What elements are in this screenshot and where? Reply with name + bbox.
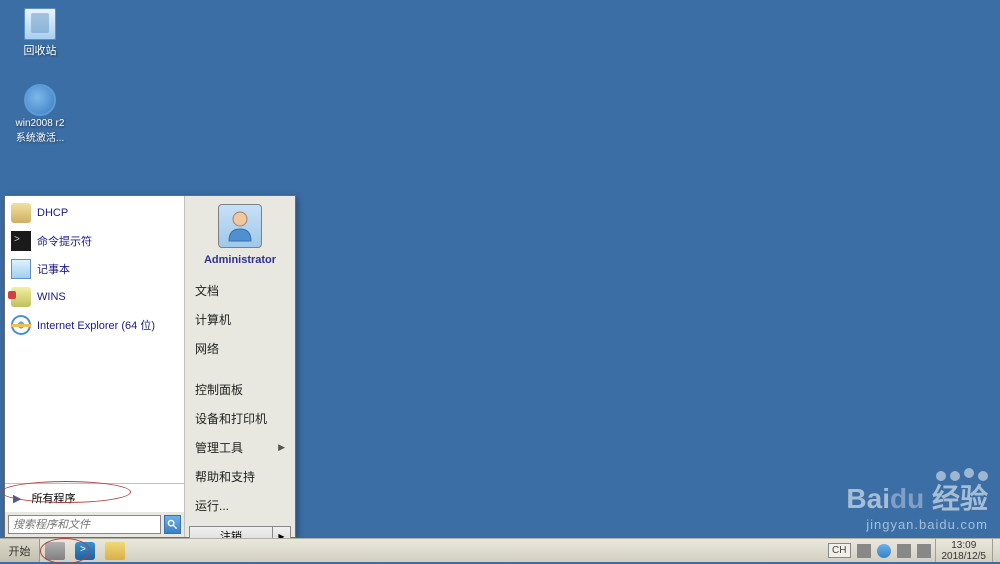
system-tray: CH bbox=[824, 539, 934, 562]
ie-icon bbox=[9, 313, 33, 337]
user-avatar[interactable] bbox=[218, 204, 262, 248]
recycle-bin-label: 回收站 bbox=[10, 42, 70, 58]
search-icon bbox=[167, 519, 178, 530]
right-item-admin-tools[interactable]: 管理工具▶ bbox=[185, 433, 295, 462]
powershell-icon bbox=[75, 542, 95, 560]
desktop-icon-activation[interactable]: win2008 r2 系统激活... bbox=[10, 84, 70, 144]
start-menu-left-panel: DHCP 命令提示符 记事本 WINS Internet Explorer (6… bbox=[5, 196, 185, 537]
program-label: WINS bbox=[37, 291, 66, 303]
right-item-run[interactable]: 运行... bbox=[185, 491, 295, 520]
notepad-icon bbox=[11, 259, 31, 279]
arrow-right-icon: ▶ bbox=[13, 492, 21, 505]
program-item-wins[interactable]: WINS bbox=[5, 283, 184, 311]
search-button[interactable] bbox=[164, 515, 181, 534]
show-desktop-button[interactable] bbox=[992, 539, 1000, 562]
activation-label: win2008 r2 系统激活... bbox=[10, 118, 70, 144]
right-item-control-panel[interactable]: 控制面板 bbox=[185, 375, 295, 404]
wins-icon bbox=[11, 287, 31, 307]
windows-logo-icon bbox=[24, 84, 56, 116]
right-item-network[interactable]: 网络 bbox=[185, 334, 295, 363]
taskbar: 开始 CH 13:09 2018/12/5 bbox=[0, 538, 1000, 562]
right-item-computer[interactable]: 计算机 bbox=[185, 305, 295, 334]
right-menu-list: 文档 计算机 网络 控制面板 设备和打印机 管理工具▶ 帮助和支持 运行... bbox=[185, 274, 295, 522]
quick-launch-server-manager[interactable] bbox=[40, 539, 70, 562]
user-section: Administrator bbox=[185, 196, 295, 274]
program-label: DHCP bbox=[37, 207, 68, 219]
clock-time: 13:09 bbox=[942, 540, 987, 551]
tray-icon-action-center[interactable] bbox=[877, 544, 891, 558]
language-indicator[interactable]: CH bbox=[828, 543, 850, 558]
program-label: 记事本 bbox=[37, 261, 70, 277]
start-menu-right-panel: Administrator 文档 计算机 网络 控制面板 设备和打印机 管理工具… bbox=[185, 196, 295, 537]
all-programs-button[interactable]: ▶ 所有程序 bbox=[5, 483, 184, 512]
all-programs-label: 所有程序 bbox=[31, 490, 75, 506]
start-menu: DHCP 命令提示符 记事本 WINS Internet Explorer (6… bbox=[4, 195, 296, 538]
start-button[interactable]: 开始 bbox=[0, 539, 40, 562]
right-item-help[interactable]: 帮助和支持 bbox=[185, 462, 295, 491]
program-item-ie[interactable]: Internet Explorer (64 位) bbox=[5, 311, 184, 339]
program-item-notepad[interactable]: 记事本 bbox=[5, 255, 184, 283]
right-item-documents[interactable]: 文档 bbox=[185, 276, 295, 305]
search-row bbox=[5, 512, 184, 537]
user-avatar-icon bbox=[225, 209, 255, 243]
tray-icon-1[interactable] bbox=[857, 544, 871, 558]
recycle-bin-icon bbox=[24, 8, 56, 40]
server-manager-icon bbox=[45, 542, 65, 560]
user-name-label: Administrator bbox=[185, 254, 295, 266]
program-label: Internet Explorer (64 位) bbox=[37, 317, 155, 333]
watermark: Baidu 经验 jingyan.baidu.com bbox=[846, 471, 988, 532]
explorer-icon bbox=[105, 542, 125, 560]
taskbar-clock[interactable]: 13:09 2018/12/5 bbox=[935, 539, 993, 562]
program-item-cmd[interactable]: 命令提示符 bbox=[5, 227, 184, 255]
start-label: 开始 bbox=[9, 543, 31, 559]
program-item-dhcp[interactable]: DHCP bbox=[5, 199, 184, 227]
quick-launch-powershell[interactable] bbox=[70, 539, 100, 562]
dhcp-icon bbox=[11, 203, 31, 223]
tray-icon-network[interactable] bbox=[897, 544, 911, 558]
right-item-devices[interactable]: 设备和打印机 bbox=[185, 404, 295, 433]
desktop-icon-recycle-bin[interactable]: 回收站 bbox=[10, 8, 70, 58]
tray-icon-sound[interactable] bbox=[917, 544, 931, 558]
quick-launch-explorer[interactable] bbox=[100, 539, 130, 562]
clock-date: 2018/12/5 bbox=[942, 551, 987, 562]
cmd-icon bbox=[11, 231, 31, 251]
chevron-right-icon: ▶ bbox=[278, 442, 285, 453]
start-menu-programs-list: DHCP 命令提示符 记事本 WINS Internet Explorer (6… bbox=[5, 196, 184, 483]
search-input[interactable] bbox=[8, 515, 161, 534]
program-label: 命令提示符 bbox=[37, 233, 92, 249]
